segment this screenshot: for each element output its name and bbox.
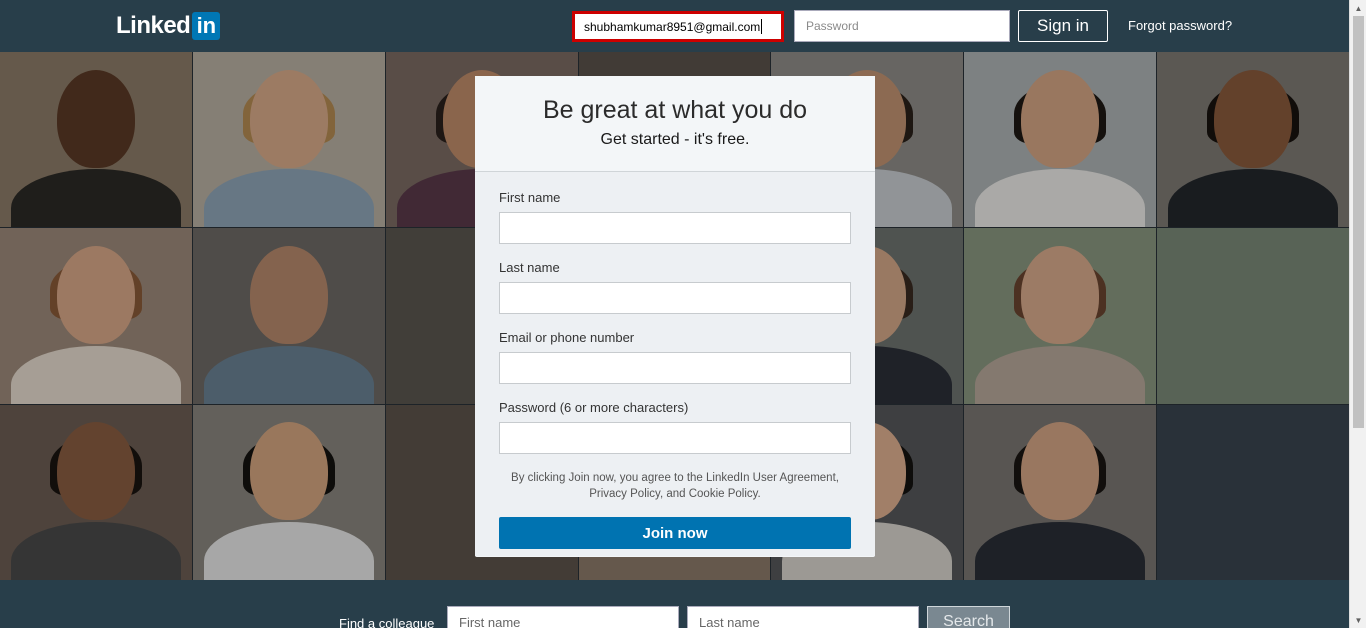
logo-text: Linked	[116, 12, 191, 39]
signin-email-input[interactable]: shubhamkumar8951@gmail.com	[572, 11, 784, 42]
signup-form: First name Last name Email or phone numb…	[475, 172, 875, 556]
search-button[interactable]: Search	[927, 606, 1010, 628]
background-photo	[192, 404, 385, 580]
email-phone-label: Email or phone number	[499, 330, 635, 345]
text-caret	[761, 19, 763, 34]
background-photo	[964, 404, 1157, 580]
signup-card: Be great at what you do Get started - it…	[475, 76, 875, 557]
signup-headline: Be great at what you do	[542, 96, 808, 124]
signin-password-input[interactable]: Password	[794, 10, 1010, 42]
first-name-input[interactable]	[499, 212, 851, 244]
background-photo	[1157, 404, 1349, 580]
background-photo	[0, 404, 192, 580]
background-photo	[964, 228, 1157, 404]
background-photo	[0, 228, 192, 404]
last-name-input[interactable]	[499, 282, 851, 314]
page-scrollbar[interactable]: ▲ ▼	[1349, 0, 1366, 628]
first-name-label: First name	[499, 190, 561, 205]
colleague-last-name-placeholder: Last name	[699, 615, 760, 628]
signup-header: Be great at what you do Get started - it…	[475, 76, 875, 172]
find-colleague-bar: Find a colleague First name Last name Se…	[0, 580, 1349, 628]
password-label: Password (6 or more characters)	[499, 400, 689, 415]
background-photo	[964, 52, 1157, 228]
last-name-label: Last name	[499, 260, 560, 275]
background-photo	[1157, 228, 1349, 404]
scroll-down-icon[interactable]: ▼	[1350, 613, 1366, 627]
find-colleague-label: Find a colleague	[339, 616, 435, 628]
top-navbar: Linked in shubhamkumar8951@gmail.com Pas…	[0, 0, 1349, 52]
signin-email-value: shubhamkumar8951@gmail.com	[584, 19, 761, 34]
forgot-password-link[interactable]: Forgot password?	[1128, 18, 1232, 33]
logo-in-badge: in	[192, 12, 221, 40]
background-photo	[192, 52, 385, 228]
signup-subhead: Get started - it's free.	[600, 131, 750, 148]
terms-text: By clicking Join now, you agree to the L…	[511, 472, 839, 500]
colleague-last-name-input[interactable]: Last name	[687, 606, 919, 628]
background-photo	[0, 52, 192, 228]
signin-password-placeholder: Password	[806, 19, 859, 33]
sign-in-button[interactable]: Sign in	[1018, 10, 1108, 42]
colleague-first-name-input[interactable]: First name	[447, 606, 679, 628]
linkedin-logo[interactable]: Linked in	[116, 11, 221, 41]
background-photo	[1157, 52, 1349, 228]
join-now-button[interactable]: Join now	[499, 517, 851, 549]
colleague-first-name-placeholder: First name	[459, 615, 521, 628]
email-phone-input[interactable]	[499, 352, 851, 384]
background-photo	[192, 228, 385, 404]
password-input[interactable]	[499, 422, 851, 454]
scroll-up-icon[interactable]: ▲	[1350, 1, 1366, 15]
scroll-thumb[interactable]	[1353, 16, 1364, 428]
